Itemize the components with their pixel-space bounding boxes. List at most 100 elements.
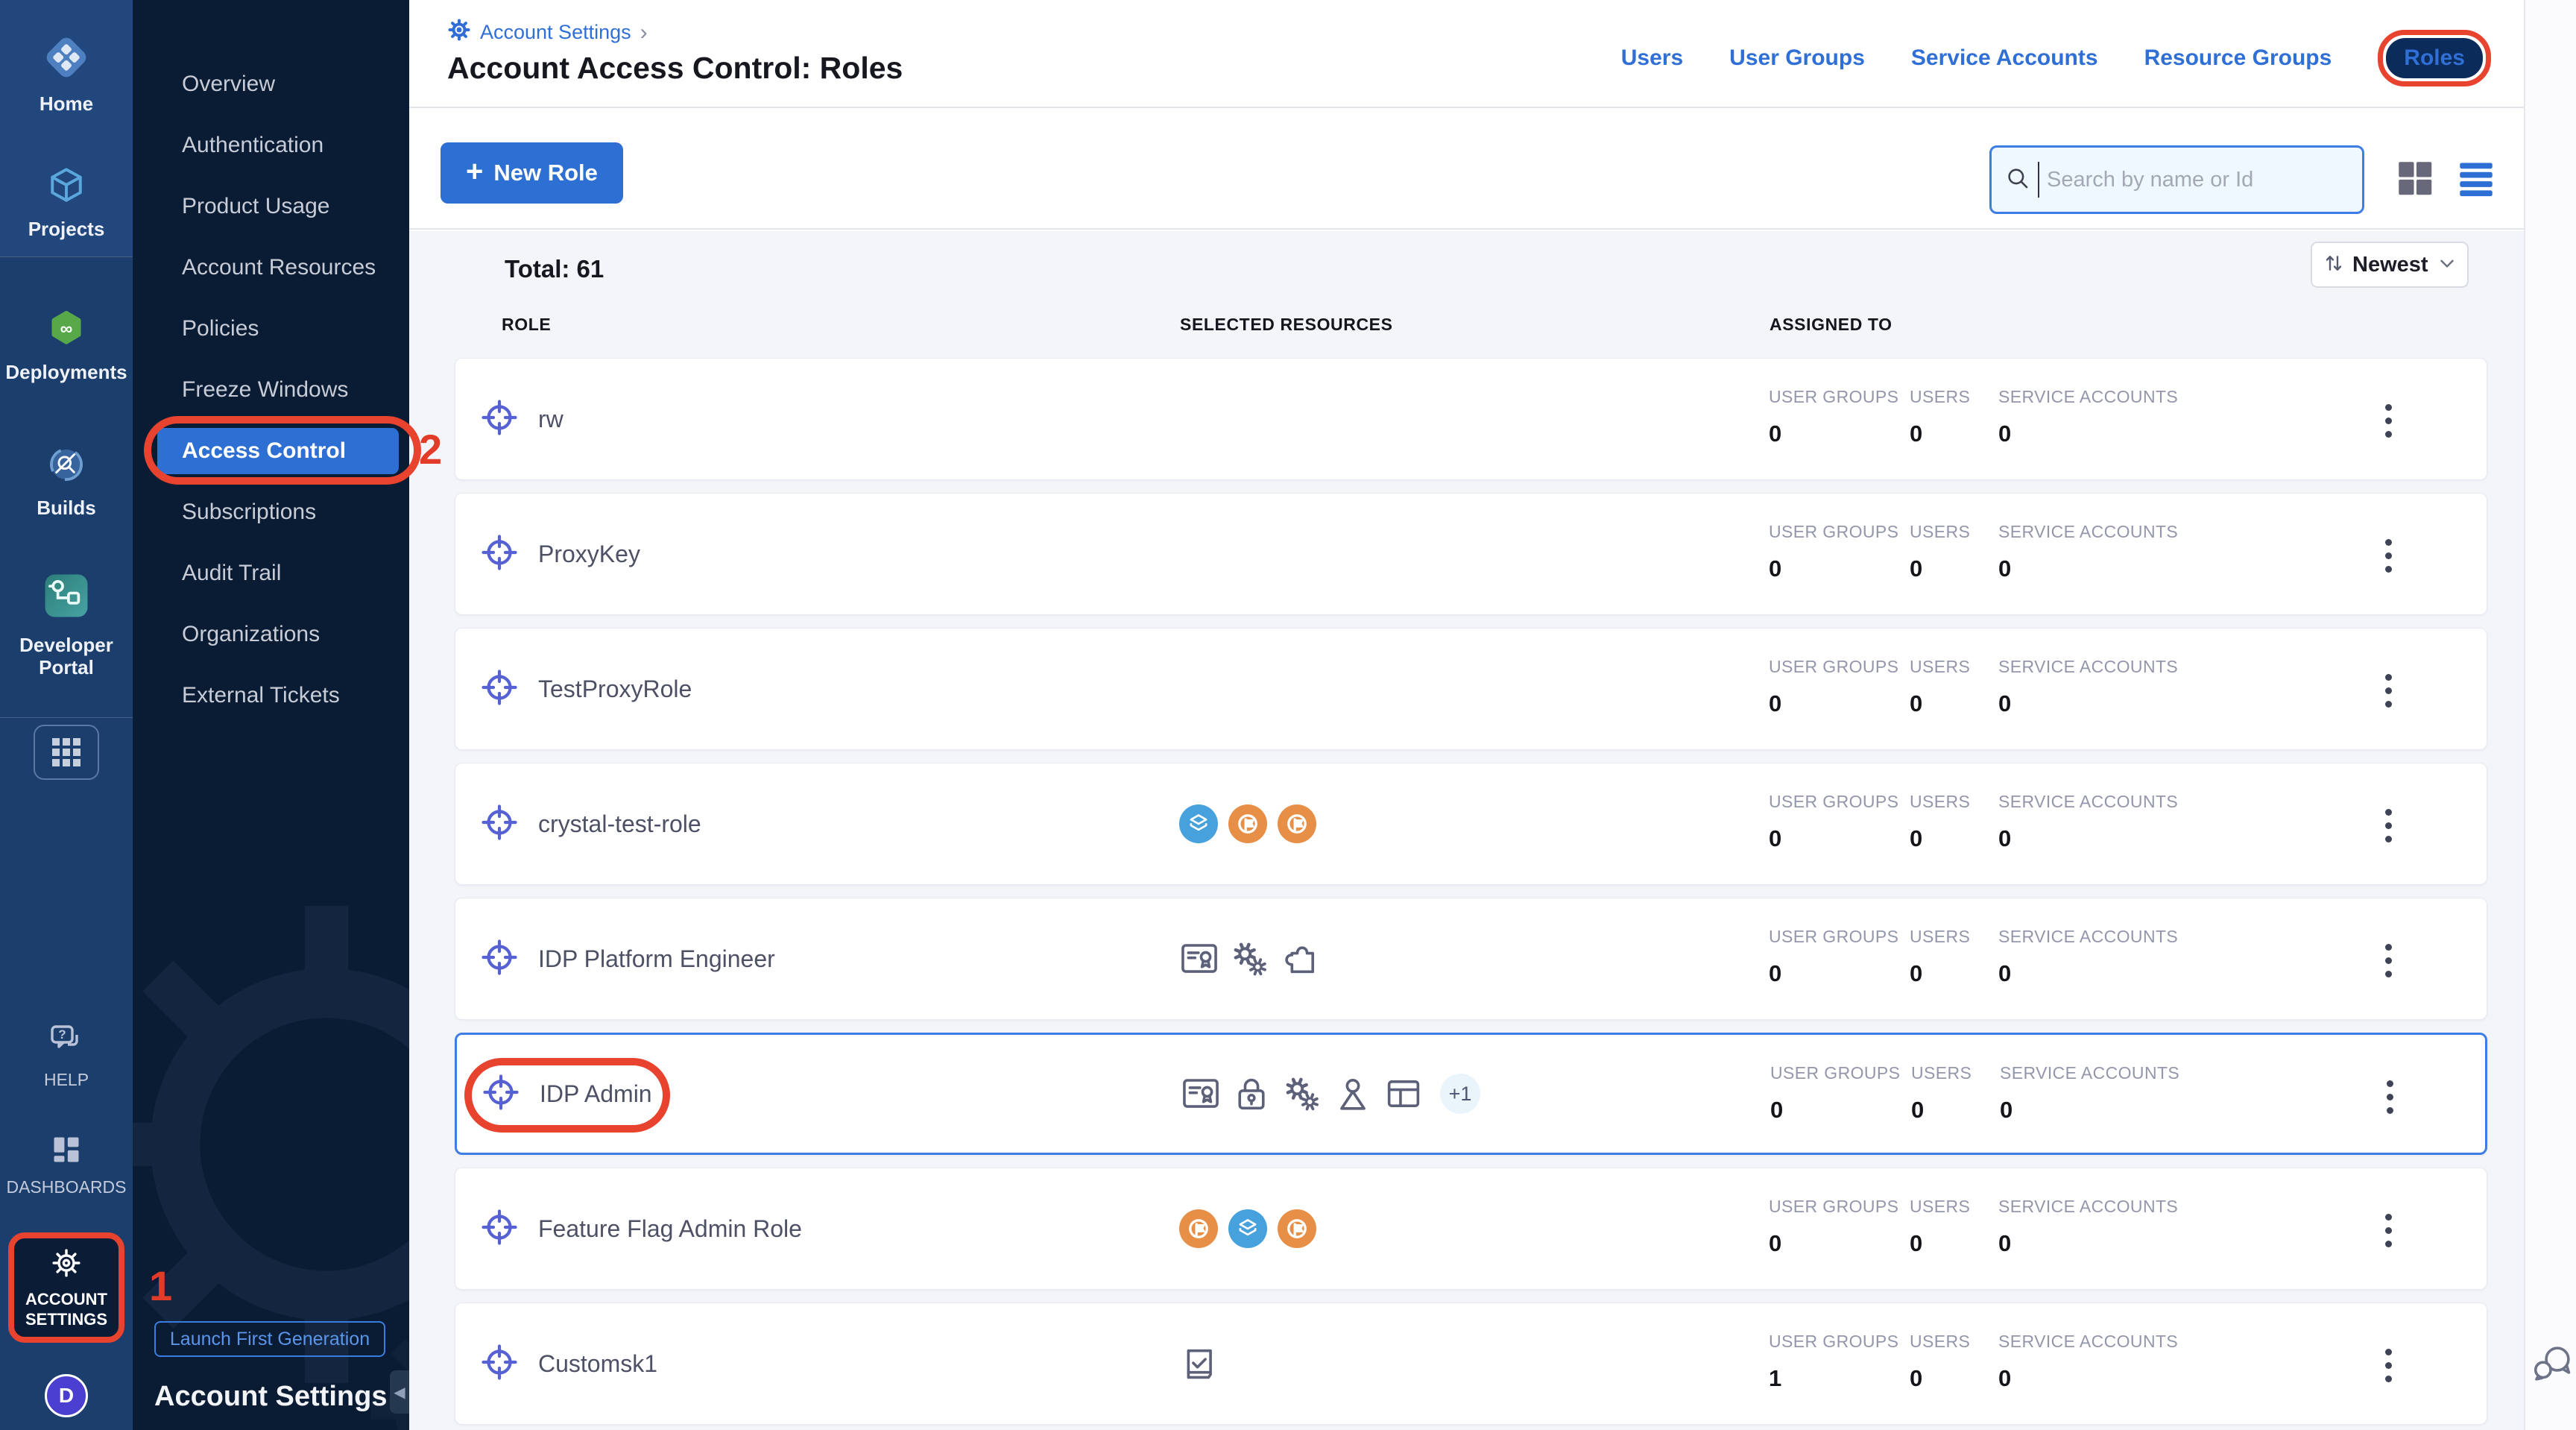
nav-item-overview[interactable]: Overview bbox=[133, 54, 409, 115]
role-row[interactable]: Customsk1 USER GROUPS1 USERS0 SERVICE AC… bbox=[455, 1303, 2487, 1425]
stack-resource-icon bbox=[1179, 804, 1218, 843]
user-groups-count: USER GROUPS1 bbox=[1769, 1332, 1898, 1392]
row-menu-button[interactable] bbox=[2364, 531, 2413, 580]
sidebar-item-apps[interactable] bbox=[0, 725, 133, 780]
nav-item-freeze-windows[interactable]: Freeze Windows bbox=[133, 359, 409, 421]
users-count: USERS0 bbox=[1911, 1063, 1972, 1124]
users-count: USERS0 bbox=[1910, 522, 1970, 582]
sidebar-item-label: Builds bbox=[37, 497, 95, 520]
service-accounts-count: SERVICE ACCOUNTS0 bbox=[1998, 657, 2178, 717]
service-accounts-count: SERVICE ACCOUNTS0 bbox=[1998, 1332, 2178, 1392]
role-row[interactable]: IDP Admin +1 USER GROUPS0 USERS0 SERVICE… bbox=[455, 1033, 2487, 1155]
gears-resource-icon bbox=[1230, 939, 1270, 979]
role-row[interactable]: ProxyKey USER GROUPS0 USERS0 SERVICE ACC… bbox=[455, 493, 2487, 615]
role-name: ProxyKey bbox=[538, 541, 640, 568]
nav-item-organizations[interactable]: Organizations bbox=[133, 604, 409, 665]
person-resource-icon bbox=[1333, 1074, 1373, 1114]
role-row[interactable]: crystal-test-role USER GROUPS0 USERS0 SE… bbox=[455, 763, 2487, 885]
service-accounts-count: SERVICE ACCOUNTS0 bbox=[2000, 1063, 2179, 1124]
role-crosshair-icon bbox=[480, 803, 519, 845]
nav-item-authentication[interactable]: Authentication bbox=[133, 115, 409, 176]
sidebar-item-dashboards[interactable]: DASHBOARDS bbox=[0, 1133, 133, 1197]
row-menu-button[interactable] bbox=[2364, 396, 2413, 445]
role-crosshair-icon bbox=[480, 1208, 519, 1250]
breadcrumb[interactable]: Account Settings › bbox=[447, 18, 648, 47]
page-header: Account Settings › Account Access Contro… bbox=[409, 0, 2524, 108]
panel-title: Account Settings bbox=[154, 1381, 387, 1413]
apps-grid-icon[interactable] bbox=[34, 725, 99, 780]
tab-resource-groups[interactable]: Resource Groups bbox=[2144, 45, 2332, 71]
tab-users[interactable]: Users bbox=[1621, 45, 1683, 71]
breadcrumb-link[interactable]: Account Settings bbox=[480, 21, 631, 44]
nav-item-product-usage[interactable]: Product Usage bbox=[133, 176, 409, 237]
role-name: IDP Platform Engineer bbox=[538, 945, 775, 973]
nav-item-policies[interactable]: Policies bbox=[133, 298, 409, 359]
role-row[interactable]: Feature Flag Admin Role USER GROUPS0 USE… bbox=[455, 1168, 2487, 1290]
list-view-toggle[interactable] bbox=[2453, 156, 2499, 202]
service-accounts-count: SERVICE ACCOUNTS0 bbox=[1998, 1197, 2178, 1257]
column-header-role: ROLE bbox=[502, 315, 551, 335]
sidebar-item-account-settings[interactable]: ACCOUNT SETTINGS bbox=[8, 1232, 124, 1343]
app-window: Home Projects ∞ Deployments bbox=[0, 0, 2576, 1430]
toolbar: + New Role bbox=[409, 108, 2524, 230]
user-groups-count: USER GROUPS0 bbox=[1769, 387, 1898, 447]
roles-list: rw USER GROUPS0 USERS0 SERVICE ACCOUNTS0… bbox=[455, 358, 2487, 1430]
help-chat-icon: ? bbox=[48, 1023, 84, 1062]
selected-resources: +1 bbox=[1181, 1035, 1480, 1153]
service-accounts-count: SERVICE ACCOUNTS0 bbox=[1998, 522, 2178, 582]
selected-resources bbox=[1179, 1303, 1219, 1424]
sort-dropdown[interactable]: Newest bbox=[2311, 242, 2469, 288]
stack-resource-icon bbox=[1228, 1209, 1267, 1248]
selected-resources bbox=[1179, 763, 1316, 884]
tab-user-groups[interactable]: User Groups bbox=[1729, 45, 1865, 71]
row-menu-button[interactable] bbox=[2364, 666, 2413, 715]
harness-logo-icon bbox=[42, 33, 91, 86]
nav-item-access-control[interactable]: Access Control bbox=[157, 428, 399, 474]
rail-divider bbox=[0, 717, 133, 718]
user-groups-count: USER GROUPS0 bbox=[1769, 522, 1898, 582]
puzzle-resource-icon bbox=[1281, 939, 1321, 979]
row-menu-button[interactable] bbox=[2364, 936, 2413, 985]
launch-first-generation-button[interactable]: Launch First Generation bbox=[154, 1321, 385, 1357]
sidebar-item-help[interactable]: ? HELP bbox=[0, 1023, 133, 1089]
nav-item-account-resources[interactable]: Account Resources bbox=[133, 237, 409, 298]
tab-service-accounts[interactable]: Service Accounts bbox=[1911, 45, 2098, 71]
row-menu-button[interactable] bbox=[2364, 801, 2413, 850]
role-row[interactable]: rw USER GROUPS0 USERS0 SERVICE ACCOUNTS0 bbox=[455, 358, 2487, 480]
sidebar-item-deployments[interactable]: ∞ Deployments bbox=[0, 307, 133, 384]
search-icon bbox=[2005, 166, 2030, 195]
nav-item-audit-trail[interactable]: Audit Trail bbox=[133, 543, 409, 604]
selected-resources bbox=[1179, 1168, 1316, 1289]
support-chat-icon[interactable] bbox=[2530, 1341, 2576, 1387]
selected-resources bbox=[1179, 898, 1321, 1019]
nav-item-external-tickets[interactable]: External Tickets bbox=[133, 665, 409, 726]
role-name: crystal-test-role bbox=[538, 810, 701, 838]
sidebar-item-developer-portal[interactable]: Developer Portal bbox=[0, 568, 133, 679]
row-menu-button[interactable] bbox=[2364, 1206, 2413, 1255]
nav-item-subscriptions[interactable]: Subscriptions bbox=[133, 482, 409, 543]
annotation-ring-roles-tab: Roles bbox=[2378, 30, 2491, 86]
users-count: USERS0 bbox=[1910, 657, 1970, 717]
search-box[interactable] bbox=[1989, 145, 2364, 214]
search-input[interactable] bbox=[2047, 168, 2349, 192]
users-count: USERS0 bbox=[1910, 792, 1970, 852]
collapse-panel-button[interactable]: ◀ bbox=[390, 1370, 409, 1414]
row-menu-button[interactable] bbox=[2364, 1341, 2413, 1390]
gear-icon bbox=[49, 1246, 83, 1284]
role-row[interactable]: IDP Platform Engineer USER GROUPS0 USERS… bbox=[455, 898, 2487, 1020]
sidebar-item-home[interactable]: Home bbox=[0, 33, 133, 116]
row-menu-button[interactable] bbox=[2365, 1072, 2414, 1121]
main-content: Account Settings › Account Access Contro… bbox=[409, 0, 2524, 1430]
user-avatar[interactable]: D bbox=[45, 1374, 88, 1417]
role-row[interactable]: TestProxyRole USER GROUPS0 USERS0 SERVIC… bbox=[455, 628, 2487, 750]
grid-view-toggle[interactable] bbox=[2392, 156, 2438, 202]
flag-resource-icon bbox=[1179, 1209, 1218, 1248]
sidebar-item-projects[interactable]: Projects bbox=[0, 163, 133, 241]
checklist-resource-icon bbox=[1179, 1344, 1219, 1384]
new-role-button[interactable]: + New Role bbox=[441, 142, 623, 204]
tab-roles-active[interactable]: Roles bbox=[2386, 38, 2483, 78]
breadcrumb-separator: › bbox=[640, 20, 648, 45]
svg-text:?: ? bbox=[58, 1027, 66, 1042]
sidebar-item-builds[interactable]: Builds bbox=[0, 443, 133, 520]
role-name: Customsk1 bbox=[538, 1350, 657, 1378]
